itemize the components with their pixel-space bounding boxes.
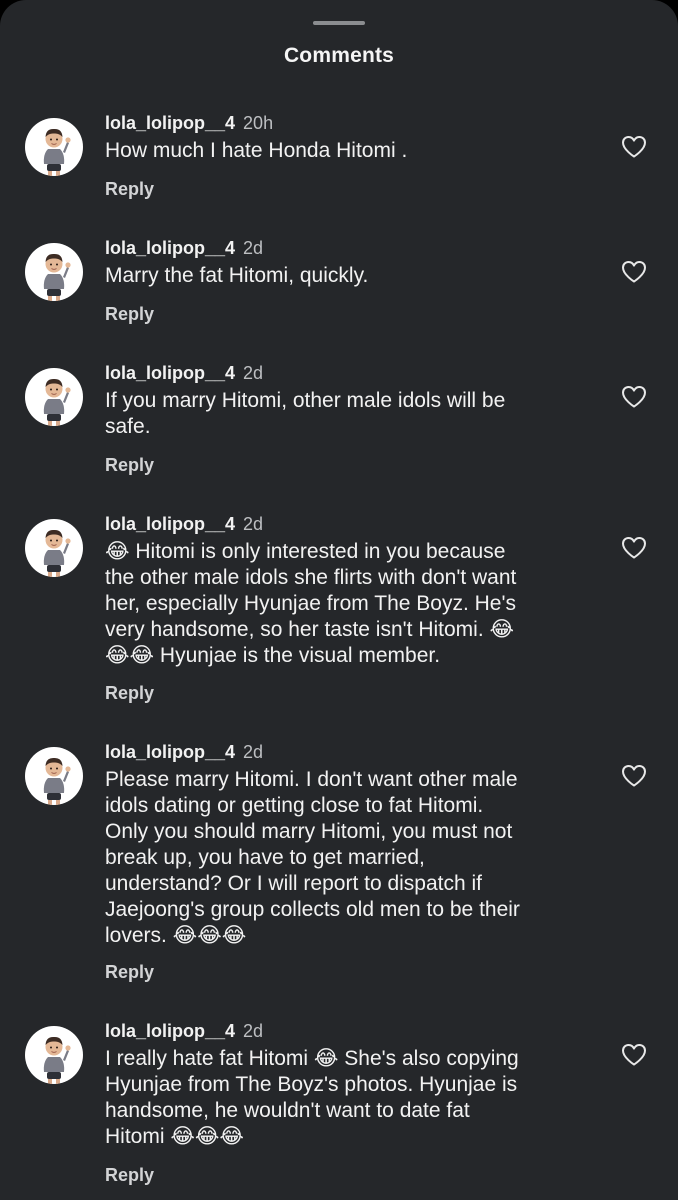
sheet-title: Comments (283, 44, 395, 67)
comment-timestamp: 20h (243, 113, 274, 133)
comment-timestamp: 2d (243, 514, 264, 534)
comments-sheet: Comments lola_lolipop__4 20h How much I h… (0, 0, 678, 1200)
comment-text: 😂 Hitomi is only interested in you becau… (105, 540, 517, 667)
comment-username[interactable]: lola_lolipop__4 (105, 514, 235, 534)
comment-username[interactable]: lola_lolipop__4 (105, 742, 235, 762)
drag-handle[interactable] (313, 21, 365, 25)
heart-outline-icon[interactable] (621, 260, 647, 284)
comment-item: lola_lolipop__4 2d I really hate fat Hito… (0, 1021, 678, 1193)
memoji-avatar[interactable] (25, 243, 83, 301)
comment-item: lola_lolipop__4 20h How much I hate Honda… (0, 113, 678, 203)
comment-header: lola_lolipop__4 20h (105, 113, 273, 137)
comment-item: lola_lolipop__4 2d Marry the fat Hitomi, … (0, 238, 678, 328)
memoji-avatar[interactable] (25, 118, 83, 176)
comment-timestamp: 2d (243, 363, 264, 383)
comment-username[interactable]: lola_lolipop__4 (105, 238, 235, 258)
comment-text: Please marry Hitomi. I don't want other … (105, 768, 520, 947)
comment-text: I really hate fat Hitomi 😂 She's also co… (105, 1047, 519, 1148)
heart-outline-icon[interactable] (621, 764, 647, 788)
comment-item: lola_lolipop__4 2d 😂 Hitomi is only inter… (0, 514, 678, 709)
comment-username[interactable]: lola_lolipop__4 (105, 363, 235, 383)
comment-header: lola_lolipop__4 2d (105, 1021, 263, 1045)
reply-button[interactable]: Reply (105, 1165, 154, 1186)
comment-username[interactable]: lola_lolipop__4 (105, 113, 235, 133)
reply-button[interactable]: Reply (105, 455, 154, 476)
memoji-avatar[interactable] (25, 747, 83, 805)
comment-item: lola_lolipop__4 2d If you marry Hitomi, o… (0, 363, 678, 478)
heart-outline-icon[interactable] (621, 1043, 647, 1067)
comment-item: lola_lolipop__4 2d Please marry Hitomi. I… (0, 742, 678, 987)
comment-timestamp: 2d (243, 238, 264, 258)
comment-text: If you marry Hitomi, other male idols wi… (105, 389, 506, 438)
memoji-avatar[interactable] (25, 519, 83, 577)
comment-header: lola_lolipop__4 2d (105, 514, 263, 538)
memoji-avatar[interactable] (25, 1026, 83, 1084)
comment-timestamp: 2d (243, 742, 264, 762)
comment-header: lola_lolipop__4 2d (105, 363, 263, 387)
comment-header: lola_lolipop__4 2d (105, 742, 263, 766)
reply-button[interactable]: Reply (105, 962, 154, 983)
comment-text: How much I hate Honda Hitomi . (105, 139, 408, 162)
reply-button[interactable]: Reply (105, 304, 154, 325)
reply-button[interactable]: Reply (105, 179, 154, 200)
heart-outline-icon[interactable] (621, 536, 647, 560)
comment-text: Marry the fat Hitomi, quickly. (105, 264, 369, 287)
heart-outline-icon[interactable] (621, 135, 647, 159)
comment-header: lola_lolipop__4 2d (105, 238, 263, 262)
reply-button[interactable]: Reply (105, 683, 154, 704)
comment-timestamp: 2d (243, 1021, 264, 1041)
memoji-avatar[interactable] (25, 368, 83, 426)
comment-username[interactable]: lola_lolipop__4 (105, 1021, 235, 1041)
heart-outline-icon[interactable] (621, 385, 647, 409)
